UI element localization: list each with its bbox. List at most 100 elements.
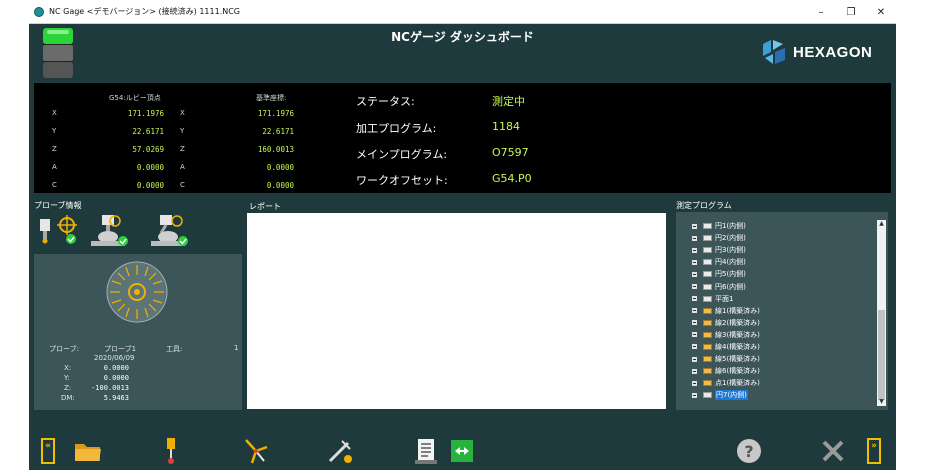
app-icon: [34, 6, 44, 17]
folder-open-icon: [703, 356, 712, 363]
expand-icon[interactable]: [692, 344, 697, 350]
expand-icon[interactable]: [692, 259, 697, 265]
tree-item-label: 円7(内側): [715, 390, 748, 401]
tree-item[interactable]: 円2(内側): [692, 232, 760, 244]
expand-icon[interactable]: [692, 247, 697, 253]
expand-icon[interactable]: [692, 332, 697, 338]
measure-button[interactable]: [325, 436, 355, 466]
tree-item[interactable]: 円1(内側): [692, 220, 760, 232]
feature-icon: [703, 295, 712, 302]
reference-value: 0.0000: [266, 181, 294, 190]
feature-icon: [703, 235, 712, 242]
help-icon: ?: [737, 439, 761, 463]
expand-icon[interactable]: [692, 223, 697, 229]
tree-item[interactable]: 線1(構築済み): [692, 305, 760, 317]
tree-item[interactable]: 円5(内側): [692, 268, 760, 280]
maximize-button[interactable]: ❐: [836, 0, 866, 24]
tree-item-label: 線4(構築済み): [715, 342, 760, 351]
tree-item[interactable]: 線5(構築済み): [692, 353, 760, 365]
tree-item[interactable]: 円3(内側): [692, 244, 760, 256]
g54-value: 22.6171: [132, 127, 164, 136]
probe-x-value: 0.0000: [103, 364, 129, 372]
status-value: 測定中: [492, 95, 525, 108]
machining-program-label: 加工プログラム:: [356, 122, 437, 135]
feature-icon: [703, 271, 712, 278]
machining-program-value: 1184: [492, 120, 520, 133]
calibrate-target-icon[interactable]: [55, 215, 79, 247]
tree-item-label: 円3(内側): [715, 246, 746, 255]
title-bar: NC Gage <デモバージョン> (接続済み) 1111.NCG – ❐ ✕: [29, 0, 896, 24]
report-area[interactable]: [247, 213, 666, 409]
expand-icon[interactable]: [692, 380, 697, 386]
probe-diagram-icon: [106, 261, 168, 323]
report-button[interactable]: [414, 436, 438, 466]
tree-item[interactable]: 平面1: [692, 293, 760, 305]
folder-icon: [75, 444, 101, 461]
expand-icon[interactable]: [692, 320, 697, 326]
programs-label: 測定プログラム: [676, 201, 732, 210]
axes-icon: [245, 439, 268, 464]
caliper-icon: [328, 440, 352, 463]
program-scrollbar[interactable]: ▲ ▼: [877, 220, 886, 406]
scroll-thumb[interactable]: [878, 310, 885, 400]
expand-icon[interactable]: [692, 235, 697, 241]
expand-icon[interactable]: [692, 368, 697, 374]
minimize-button[interactable]: –: [806, 0, 836, 24]
expand-icon[interactable]: [692, 356, 697, 362]
logo-text: HEXAGON: [793, 43, 873, 61]
tree-item[interactable]: 線4(構築済み): [692, 341, 760, 353]
axis-button[interactable]: [241, 436, 271, 466]
reference-value: 0.0000: [266, 163, 294, 172]
feature-icon: [703, 223, 712, 230]
tree-item[interactable]: 線2(構築済み): [692, 317, 760, 329]
probe-angle-sphere-icon[interactable]: [147, 213, 193, 249]
probe-dm-value: 5.9463: [103, 394, 129, 402]
close-dashboard-button[interactable]: [819, 436, 847, 466]
probe-icon[interactable]: [37, 215, 53, 245]
probe-z-label: Z:: [64, 384, 72, 392]
tree-item-label: 円2(内側): [715, 234, 746, 243]
tree-item-label: 線3(構築済み): [715, 330, 760, 339]
tree-item-label: 円1(内側): [715, 222, 746, 231]
open-folder-button[interactable]: [74, 436, 102, 466]
tree-item[interactable]: 点1(構築済み): [692, 377, 760, 389]
prev-page-button[interactable]: «: [41, 438, 55, 464]
scroll-down-icon[interactable]: ▼: [877, 398, 886, 406]
run-button[interactable]: [450, 436, 474, 466]
hexagon-logo-icon: [763, 40, 785, 64]
tree-item[interactable]: 線3(構築済み): [692, 329, 760, 341]
report-label: レポート: [249, 202, 281, 211]
probe-z-value: -100.0013: [91, 384, 129, 392]
tree-item[interactable]: 線6(構築済み): [692, 365, 760, 377]
axis-label: A: [180, 163, 185, 171]
window-controls: – ❐ ✕: [806, 0, 896, 24]
reference-value: 171.1976: [257, 109, 294, 118]
expand-icon[interactable]: [692, 271, 697, 277]
expand-icon[interactable]: [692, 284, 697, 290]
probe-info-panel: プローブ: プローブ1 工具: 1 2020/06/09 X: 0.0000 Y…: [34, 254, 242, 410]
program-tree[interactable]: 円1(内側) 円2(内側) 円3(内側) 円4(内側) 円5(内側) 円6(内側…: [676, 212, 888, 410]
work-offset-value: G54.P0: [492, 172, 532, 185]
next-page-button[interactable]: »: [867, 438, 881, 464]
tree-item-selected[interactable]: 円7(内側): [692, 389, 760, 401]
app-window: NC Gage <デモバージョン> (接続済み) 1111.NCG – ❐ ✕ …: [29, 0, 896, 470]
probe-icons: [37, 213, 237, 249]
expand-icon[interactable]: [692, 308, 697, 314]
probe-button[interactable]: [161, 436, 181, 466]
close-window-button[interactable]: ✕: [866, 0, 896, 24]
tree-item[interactable]: 円4(内側): [692, 256, 760, 268]
scroll-up-icon[interactable]: ▲: [877, 220, 886, 228]
help-button[interactable]: ?: [735, 436, 763, 466]
folder-open-icon: [703, 331, 712, 338]
feature-icon: [703, 247, 712, 254]
expand-icon[interactable]: [692, 392, 697, 398]
reference-coords-header: 基準座標:: [256, 94, 287, 102]
probe-on-sphere-icon[interactable]: [87, 213, 133, 249]
expand-icon[interactable]: [692, 296, 697, 302]
axis-label: X: [52, 109, 57, 117]
tree-item[interactable]: 円6(内側): [692, 280, 760, 292]
feature-icon: [703, 392, 712, 399]
folder-open-icon: [703, 307, 712, 314]
tool-label: 工具:: [166, 345, 183, 353]
probe-y-value: 0.0000: [103, 374, 129, 382]
